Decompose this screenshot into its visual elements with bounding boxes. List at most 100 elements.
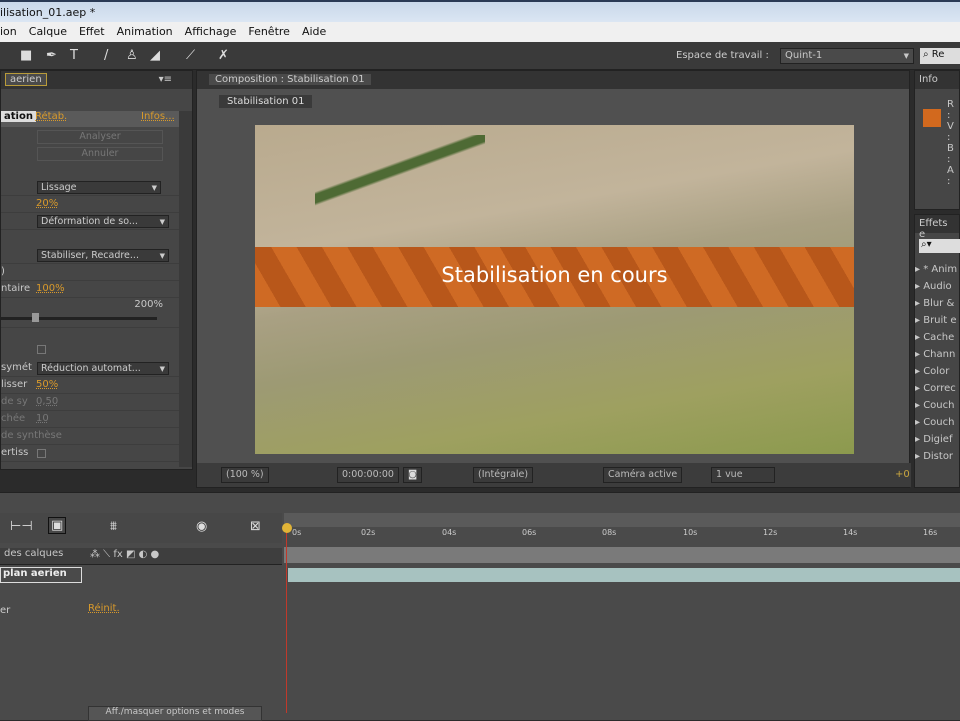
rectangle-tool-icon[interactable]: ■ xyxy=(20,48,32,63)
category-label: Color xyxy=(923,366,950,377)
window-title: ilisation_01.aep * xyxy=(0,6,96,19)
effect-header: ation Rétab. Infos... xyxy=(1,111,179,127)
search-help-input[interactable]: ⌕ Re xyxy=(920,48,960,64)
zoom-select[interactable]: (100 %) xyxy=(221,467,269,483)
param-label: ertiss xyxy=(1,447,29,458)
composition-tab-bar: Composition : Stabilisation 01 xyxy=(197,71,909,89)
scale-slider[interactable] xyxy=(1,317,157,320)
smoothing-method-select[interactable]: Lissage xyxy=(37,181,161,194)
param-row: 200% xyxy=(1,298,179,328)
effect-name[interactable]: ation xyxy=(1,111,36,122)
reset-link[interactable]: Rétab. xyxy=(35,111,67,122)
category-item[interactable]: ▸ Distor xyxy=(915,448,957,465)
puppet-pin-icon[interactable]: ✗ xyxy=(218,48,229,63)
playhead-handle[interactable] xyxy=(282,523,292,533)
text-tool-icon[interactable]: T xyxy=(70,48,78,63)
menu-aide[interactable]: Aide xyxy=(302,25,326,42)
workspace-select[interactable]: Quint-1 ▼ xyxy=(780,48,914,64)
category-label: Audio xyxy=(923,281,952,292)
menu-effet[interactable]: Effet xyxy=(79,25,105,42)
compose-icon[interactable]: ⊢⊣ xyxy=(10,519,33,534)
roto-brush-icon[interactable]: ⟋ xyxy=(186,48,195,63)
cancel-button[interactable]: Annuler xyxy=(37,147,163,161)
category-item[interactable]: ▸ Audio xyxy=(915,278,957,295)
panel-menu-icon[interactable]: ▾≡ xyxy=(159,74,172,85)
param-label: chée xyxy=(1,413,26,424)
work-area-bar[interactable] xyxy=(284,513,960,527)
chevron-down-icon: ▼ xyxy=(903,52,909,60)
timecode-display[interactable]: 0:00:00:00 xyxy=(337,467,399,483)
category-item[interactable]: ▸ * Anim xyxy=(915,261,957,278)
checkbox[interactable] xyxy=(37,345,46,354)
menu-animation[interactable]: Animation xyxy=(117,25,173,42)
smoothness-value[interactable]: 20% xyxy=(36,198,58,209)
camera-select[interactable]: Caméra active xyxy=(603,467,683,483)
layer-name[interactable]: plan aerien xyxy=(0,567,82,583)
category-item[interactable]: ▸ Cache xyxy=(915,329,957,346)
slider-max-label: 200% xyxy=(134,299,163,310)
category-label: Couch xyxy=(923,400,955,411)
composition-tab[interactable]: Composition : Stabilisation 01 xyxy=(209,74,371,85)
param-row: Lissage xyxy=(1,179,179,196)
analyze-button[interactable]: Analyser xyxy=(37,130,163,144)
playhead[interactable] xyxy=(286,523,287,713)
category-item[interactable]: ▸ Correc xyxy=(915,380,957,397)
category-item[interactable]: ▸ Digief xyxy=(915,431,957,448)
category-item[interactable]: ▸ Couch xyxy=(915,397,957,414)
effects-presets-tab[interactable]: Effets e xyxy=(915,215,959,240)
effect-controls-panel: aerien ▾≡ ation Rétab. Infos... Analyser… xyxy=(0,70,193,470)
effect-controls-tab[interactable]: aerien xyxy=(5,73,47,86)
param-value[interactable]: 10 xyxy=(36,413,49,424)
category-item[interactable]: ▸ Color xyxy=(915,363,957,380)
scrollbar[interactable] xyxy=(179,111,192,467)
menu-calque[interactable]: Calque xyxy=(29,25,67,42)
category-item[interactable]: ▸ Couch xyxy=(915,414,957,431)
search-icon[interactable]: ⌕▾ xyxy=(919,239,960,253)
toggle-options-modes-button[interactable]: Aff./masquer options et modes xyxy=(88,706,262,721)
param-label: ntaire xyxy=(1,283,31,294)
menu-fenetre[interactable]: Fenêtre xyxy=(248,25,290,42)
param-row: symét Réduction automat... xyxy=(1,360,179,377)
eraser-icon[interactable]: ◢ xyxy=(150,48,160,63)
resolution-select[interactable]: (Intégrale) xyxy=(473,467,534,483)
scale-value[interactable]: 100% xyxy=(36,283,65,294)
checkbox[interactable] xyxy=(37,449,46,458)
shy-layers-icon[interactable]: ⩩ xyxy=(110,519,117,534)
info-tab[interactable]: Info xyxy=(915,71,959,89)
rolling-shutter-select[interactable]: Réduction automat... xyxy=(37,362,169,375)
pen-tool-icon[interactable]: ✒ xyxy=(46,48,57,63)
param-label: symét xyxy=(1,362,32,373)
trees xyxy=(315,135,485,215)
video-frame[interactable]: Stabilisation en cours xyxy=(255,125,854,454)
param-value[interactable]: 0,50 xyxy=(36,396,58,407)
title-bar: ilisation_01.aep * xyxy=(0,0,960,22)
camera-snapshot-icon[interactable]: ◙ xyxy=(403,467,423,483)
switches-icon: ⁂ ⟍ fx ◩ ◐ ● xyxy=(90,549,160,560)
method-select[interactable]: Déformation de so... xyxy=(37,215,169,228)
category-item[interactable]: ▸ Blur & xyxy=(915,295,957,312)
param-row: chée 10 xyxy=(1,411,179,428)
slider-handle[interactable] xyxy=(32,313,39,322)
info-link[interactable]: Infos... xyxy=(141,111,175,122)
motion-blur-icon[interactable]: ◉ xyxy=(196,519,207,534)
menu-affichage[interactable]: Affichage xyxy=(185,25,237,42)
reset-link[interactable]: Réinit. xyxy=(88,603,120,614)
category-item[interactable]: ▸ Chann xyxy=(915,346,957,363)
menu-edit[interactable]: ion xyxy=(0,25,17,42)
time-tick: 10s xyxy=(683,528,698,537)
graph-editor-icon[interactable]: ⊠ xyxy=(250,519,261,534)
draft-3d-icon[interactable]: ▣ xyxy=(48,517,67,534)
layer-duration-bar[interactable] xyxy=(288,568,960,582)
exposure-value[interactable]: +0 xyxy=(895,469,910,480)
composition-breadcrumb[interactable]: Stabilisation 01 xyxy=(219,95,313,108)
param-value[interactable]: 50% xyxy=(36,379,58,390)
brush-tool-icon[interactable]: / xyxy=(104,48,108,63)
param-row: ) xyxy=(1,264,179,281)
category-item[interactable]: ▸ Bruit e xyxy=(915,312,957,329)
views-select[interactable]: 1 vue xyxy=(711,467,775,483)
param-row: lisser 50% xyxy=(1,377,179,394)
clone-stamp-icon[interactable]: ♙ xyxy=(126,48,138,63)
work-area-range[interactable] xyxy=(284,547,960,563)
framing-select[interactable]: Stabiliser, Recadre... xyxy=(37,249,169,262)
tools-toolbar: ■ ✒ T / ♙ ◢ ⟋ ✗ Espace de travail : Quin… xyxy=(0,42,960,70)
